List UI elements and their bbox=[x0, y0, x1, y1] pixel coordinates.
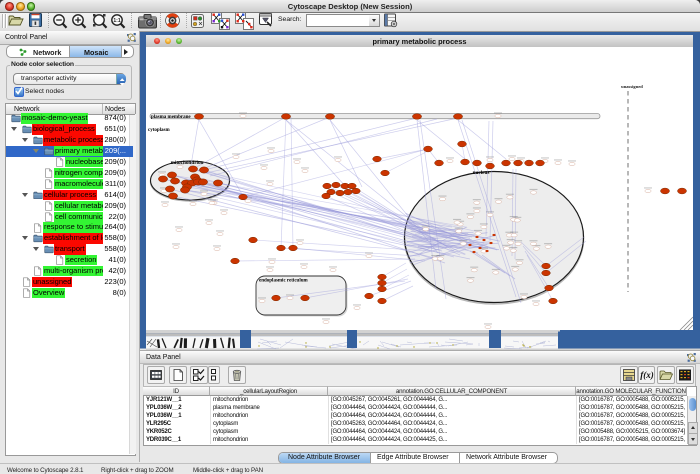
svg-text:plasma membrane: plasma membrane bbox=[151, 115, 191, 120]
svg-text:1:1: 1:1 bbox=[113, 18, 120, 24]
svg-text:endoplasmic reticulum: endoplasmic reticulum bbox=[259, 279, 308, 284]
svg-text:unassigned: unassigned bbox=[621, 84, 643, 89]
svg-text:cytoplasm: cytoplasm bbox=[148, 128, 171, 133]
svg-text:mitochondrion: mitochondrion bbox=[171, 160, 204, 166]
svg-text:nucleus: nucleus bbox=[473, 170, 490, 176]
